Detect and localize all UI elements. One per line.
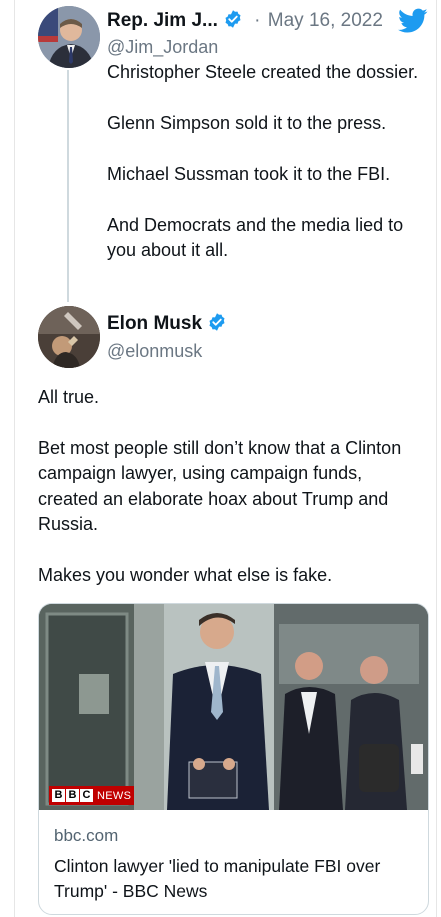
tweet2-paragraph: All true. <box>38 387 100 407</box>
tweet2-paragraph: Makes you wonder what else is fake. <box>38 564 333 585</box>
tweet1-line: Christopher Steele created the dossier. <box>107 62 419 82</box>
link-preview-card[interactable]: B B C NEWS bbc.com Clinton lawyer 'lied … <box>38 603 429 915</box>
thread-connector <box>67 70 69 302</box>
tweet1-author-name[interactable]: Rep. Jim J... <box>107 10 218 31</box>
card-title[interactable]: Clinton lawyer 'lied to manipulate FBI o… <box>54 854 414 904</box>
right-border <box>436 0 437 917</box>
tweet1-text: Christopher Steele created the dossier. … <box>107 60 427 263</box>
verified-badge-icon <box>223 9 243 35</box>
tweet1-line: Michael Sussman took it to the FBI. <box>107 164 391 184</box>
tweet2-paragraph: Bet most people still don’t know that a … <box>38 437 402 535</box>
tweet1-date[interactable]: May 16, 2022 <box>268 10 383 31</box>
bbc-letter: B <box>66 789 79 802</box>
tweet1-handle[interactable]: @Jim_Jordan <box>107 37 218 58</box>
verified-badge-icon <box>207 312 227 338</box>
tweet1-header: Rep. Jim J... · May 16, 2022 <box>107 9 383 35</box>
bbc-news-badge: B B C NEWS <box>49 786 135 805</box>
bbc-letter: C <box>80 789 93 802</box>
left-border <box>14 0 15 917</box>
tweet2-header: Elon Musk <box>107 312 227 338</box>
article-image: B B C NEWS <box>39 604 428 810</box>
twitter-bird-icon[interactable] <box>398 8 428 39</box>
elon-musk-avatar[interactable] <box>38 306 100 368</box>
card-domain: bbc.com <box>54 826 119 845</box>
tweet1-line: And Democrats and the media lied to you … <box>107 215 404 260</box>
bbc-news-label: NEWS <box>97 789 132 802</box>
tweet2-author-name[interactable]: Elon Musk <box>107 313 202 334</box>
tweet1-line: Glenn Simpson sold it to the press. <box>107 113 387 133</box>
tweet2-text: All true. Bet most people still don’t kn… <box>38 385 418 588</box>
bbc-letter: B <box>52 789 65 802</box>
jim-jordan-avatar[interactable] <box>38 6 100 68</box>
separator-dot: · <box>254 10 261 31</box>
tweet2-handle[interactable]: @elonmusk <box>107 341 202 362</box>
